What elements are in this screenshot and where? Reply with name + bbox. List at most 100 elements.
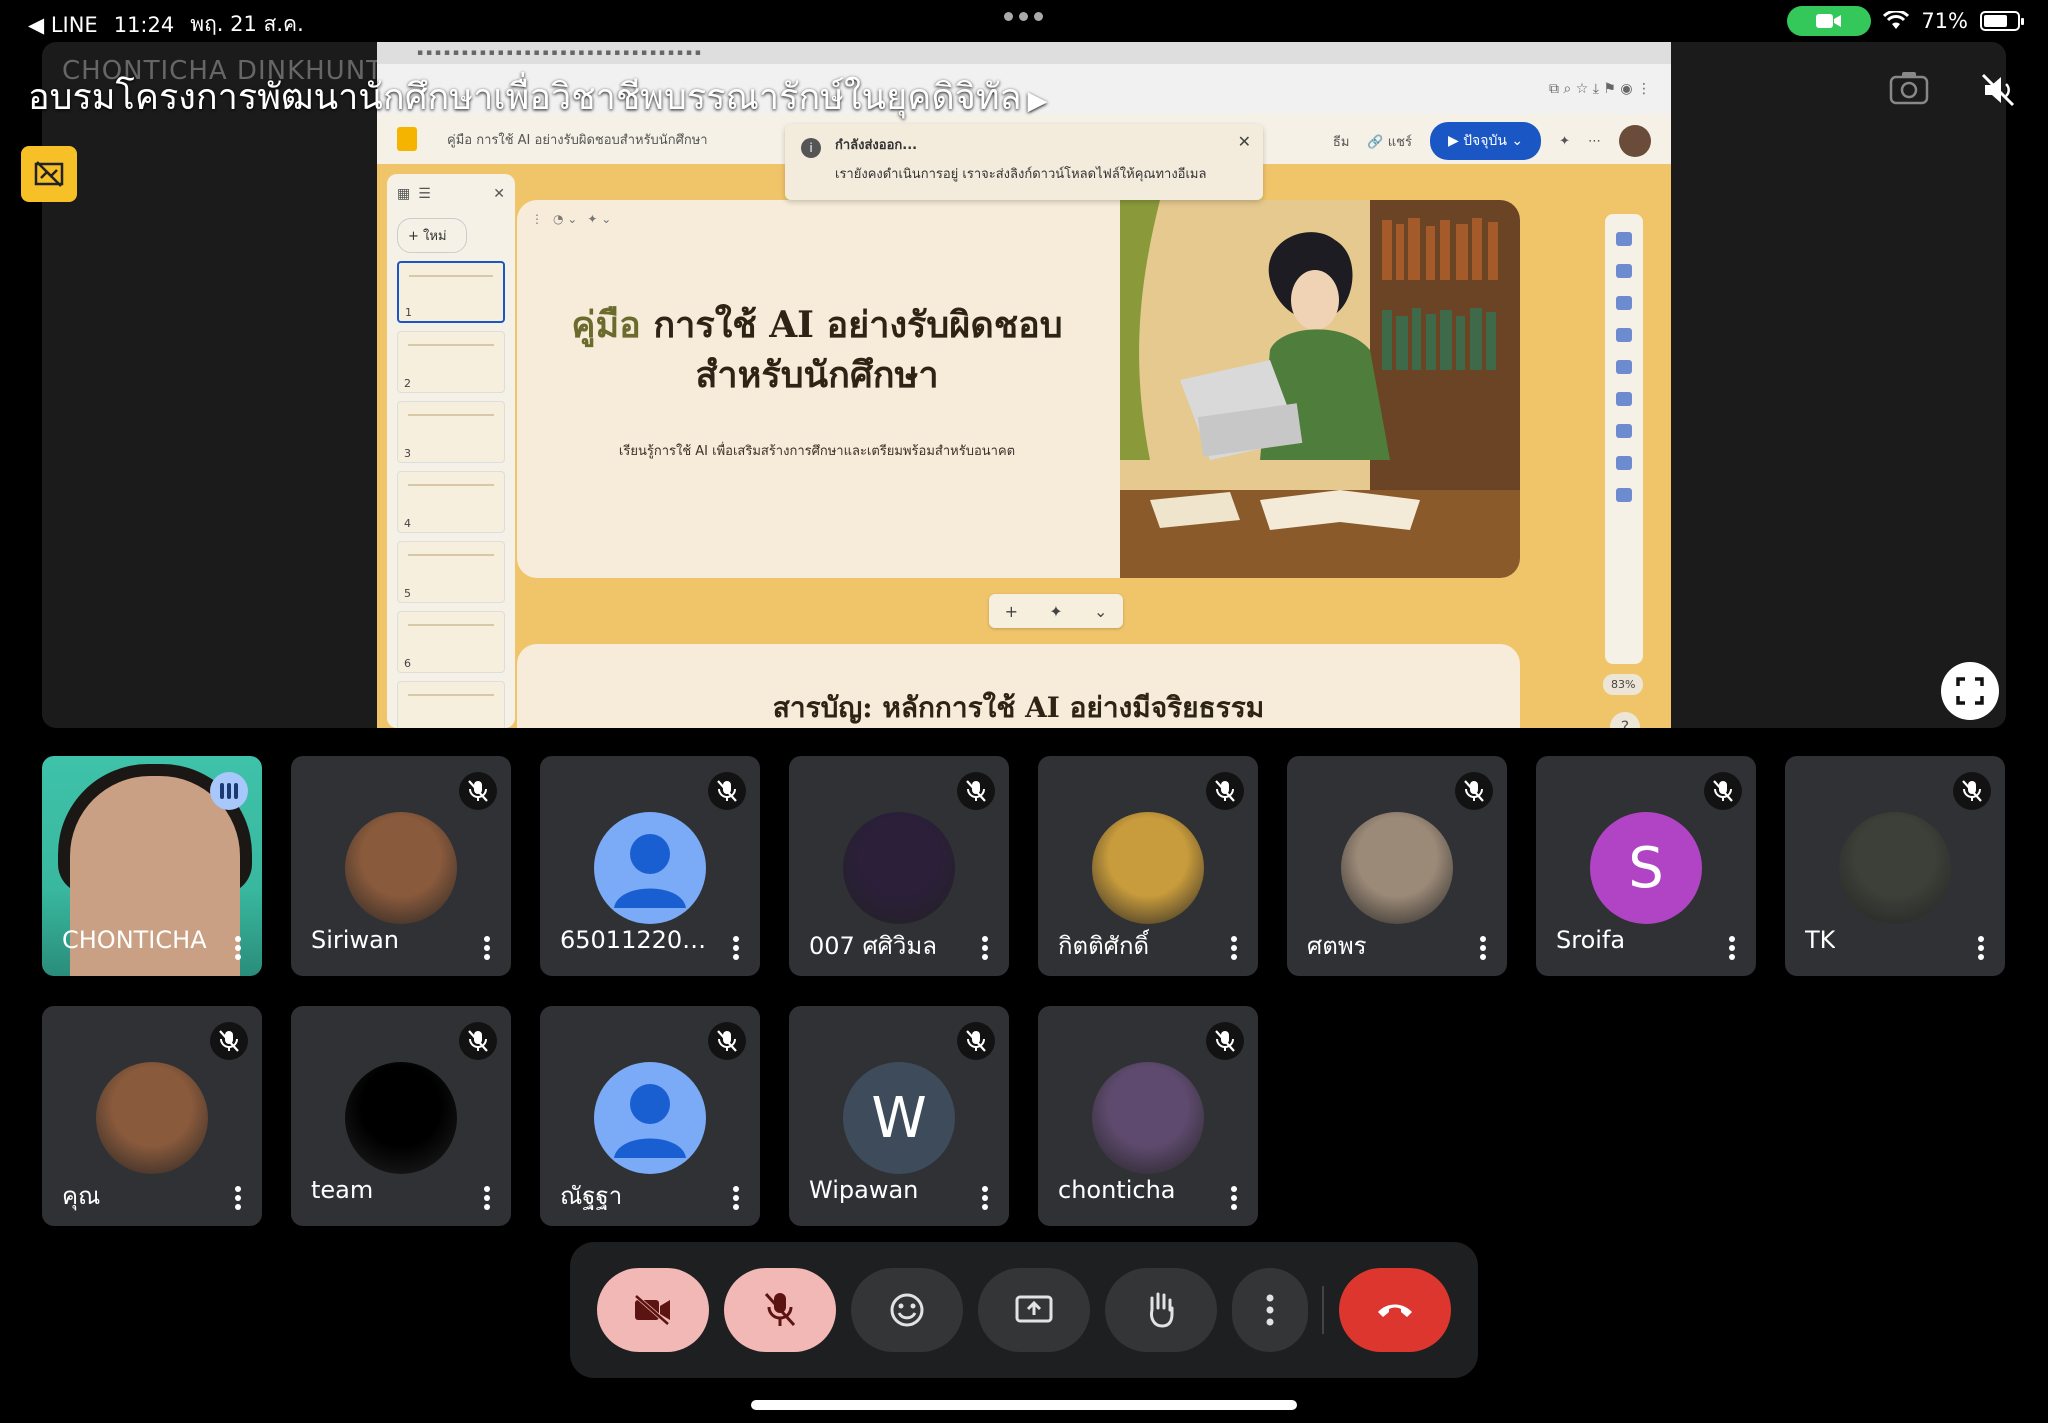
participant-avatar [345, 1062, 457, 1174]
mic-off-icon [764, 1292, 796, 1327]
slides-logo-icon [397, 127, 417, 151]
participant-more-button[interactable] [1224, 1182, 1244, 1214]
toast-title: กำลังส่งออก... [835, 138, 918, 153]
back-to-app-link[interactable]: ◀ LINE [28, 13, 98, 37]
avatar-letter: S [1628, 835, 1664, 901]
participant-avatar [96, 1062, 208, 1174]
mic-off-icon [966, 1030, 986, 1052]
participant-more-button[interactable] [1722, 932, 1742, 964]
participant-name: Wipawan [809, 1176, 919, 1204]
raise-hand-button[interactable] [1105, 1268, 1217, 1352]
present-screen-button[interactable] [978, 1268, 1090, 1352]
participant-more-button[interactable] [1224, 932, 1244, 964]
participant-more-button[interactable] [477, 1182, 497, 1214]
participant-tile[interactable]: 6501122050... [540, 756, 760, 976]
participant-tile[interactable]: TK [1785, 756, 2005, 976]
speaker-off-icon [1981, 73, 2015, 107]
camera-off-icon [634, 1294, 670, 1326]
mic-off-icon [468, 1030, 488, 1052]
theme-menu: ธีม [1332, 134, 1350, 150]
participant-avatar [345, 812, 457, 924]
participant-tile[interactable]: team [291, 1006, 511, 1226]
speaker-button[interactable] [1974, 66, 2022, 114]
slide-mini-toolbar: ⋮ ◔ ⌄ ✦ ⌄ [531, 212, 612, 226]
next-slide: สารบัญ: หลักการใช้ AI อย่างมีจริยธรรม [517, 644, 1520, 728]
camera-in-use-indicator[interactable] [1787, 6, 1872, 36]
participant-tile[interactable]: CHONTICHA [42, 756, 262, 976]
muted-indicator [1704, 772, 1742, 810]
participant-name: Siriwan [311, 926, 399, 954]
participant-more-button[interactable] [477, 932, 497, 964]
default-person-icon [614, 834, 686, 908]
info-icon: i [801, 138, 821, 158]
account-avatar [1619, 125, 1651, 157]
participant-more-button[interactable] [726, 932, 746, 964]
participant-tile[interactable]: Siriwan [291, 756, 511, 976]
participant-more-button[interactable] [975, 1182, 995, 1214]
participant-tile[interactable]: คุณ [42, 1006, 262, 1226]
control-divider [1322, 1286, 1324, 1334]
participant-more-button[interactable] [1971, 932, 1991, 964]
participant-avatar [843, 812, 955, 924]
browser-icons: ⧉ ⌕ ☆ ⤓ ⚑ ◉ ⋮ [1548, 81, 1651, 97]
slide-title-rest: การใช้ AI อย่างรับผิดชอบสำหรับนักศึกษา [653, 304, 1063, 396]
participant-avatar [594, 1062, 706, 1174]
muted-indicator [459, 1022, 497, 1060]
participant-more-button[interactable] [228, 1182, 248, 1214]
participant-avatar: W [843, 1062, 955, 1174]
mic-off-icon [1713, 780, 1733, 802]
slide-thumbnail: 7 [397, 681, 505, 728]
more-options-button[interactable] [1232, 1268, 1308, 1352]
raise-hand-icon [1150, 1292, 1174, 1328]
more-vert-icon [1266, 1294, 1274, 1326]
participant-name: ศตพร [1307, 932, 1367, 960]
meeting-title[interactable]: อบรมโครงการพัฒนานักศึกษาเพื่อวิชาชีพบรรณ… [28, 68, 1048, 125]
grid-view-icon: ▦ [397, 186, 411, 202]
participant-name: คุณ [62, 1182, 101, 1210]
multitasking-dots[interactable] [1004, 12, 1043, 21]
participant-more-button[interactable] [228, 932, 248, 964]
help-icon: ? [1610, 712, 1640, 728]
list-view-icon: ☰ [418, 186, 431, 202]
share-label: แชร์ [1387, 134, 1412, 150]
mic-off-icon [717, 780, 737, 802]
slide-title-accent: คู่มือ [571, 304, 641, 346]
participant-tile[interactable]: S Sroifa [1536, 756, 1756, 976]
leave-call-button[interactable] [1339, 1268, 1451, 1352]
new-slide-label: ใหม่ [423, 229, 447, 244]
participant-more-button[interactable] [975, 932, 995, 964]
participant-tile[interactable]: 007 ศศิวิมล [789, 756, 1009, 976]
slide-subtitle: เรียนรู้การใช้ AI เพื่อเสริมสร้างการศึกษ… [618, 444, 1016, 459]
emoji-icon [890, 1293, 924, 1327]
reactions-button[interactable] [851, 1268, 963, 1352]
switch-camera-button[interactable] [1885, 64, 1933, 112]
participant-tile[interactable]: ศตพร [1287, 756, 1507, 976]
participant-tile[interactable]: กิตติศักดิ์ [1038, 756, 1258, 976]
speaking-indicator [210, 772, 248, 810]
slide-thumbnail: 5 [397, 541, 505, 603]
participant-avatar: S [1590, 812, 1702, 924]
fullscreen-button[interactable] [1941, 662, 1999, 720]
present-screen-icon [1015, 1295, 1053, 1323]
slide-thumbnail: 1 [397, 261, 505, 323]
participant-name: chonticha [1058, 1176, 1176, 1204]
mic-off-icon [966, 780, 986, 802]
mic-off-icon [1215, 1030, 1235, 1052]
participant-tile[interactable]: W Wipawan [789, 1006, 1009, 1226]
participant-tile[interactable]: ณัฐฐา [540, 1006, 760, 1226]
call-controls [570, 1242, 1478, 1378]
hide-tile-button[interactable] [21, 146, 77, 202]
participant-avatar [1092, 1062, 1204, 1174]
participant-tile[interactable]: chonticha [1038, 1006, 1258, 1226]
gemini-icon: ✦ [1559, 133, 1570, 149]
participant-name: 6501122050... [560, 926, 720, 954]
slide-number: 6 [404, 657, 411, 670]
mic-toggle-button[interactable] [724, 1268, 836, 1352]
slide-thumbnail: 4 [397, 471, 505, 533]
participant-more-button[interactable] [1473, 932, 1493, 964]
participant-more-button[interactable] [726, 1182, 746, 1214]
default-person-icon [614, 1084, 686, 1158]
home-indicator[interactable] [751, 1400, 1297, 1410]
camera-toggle-button[interactable] [597, 1268, 709, 1352]
mic-off-icon [468, 780, 488, 802]
